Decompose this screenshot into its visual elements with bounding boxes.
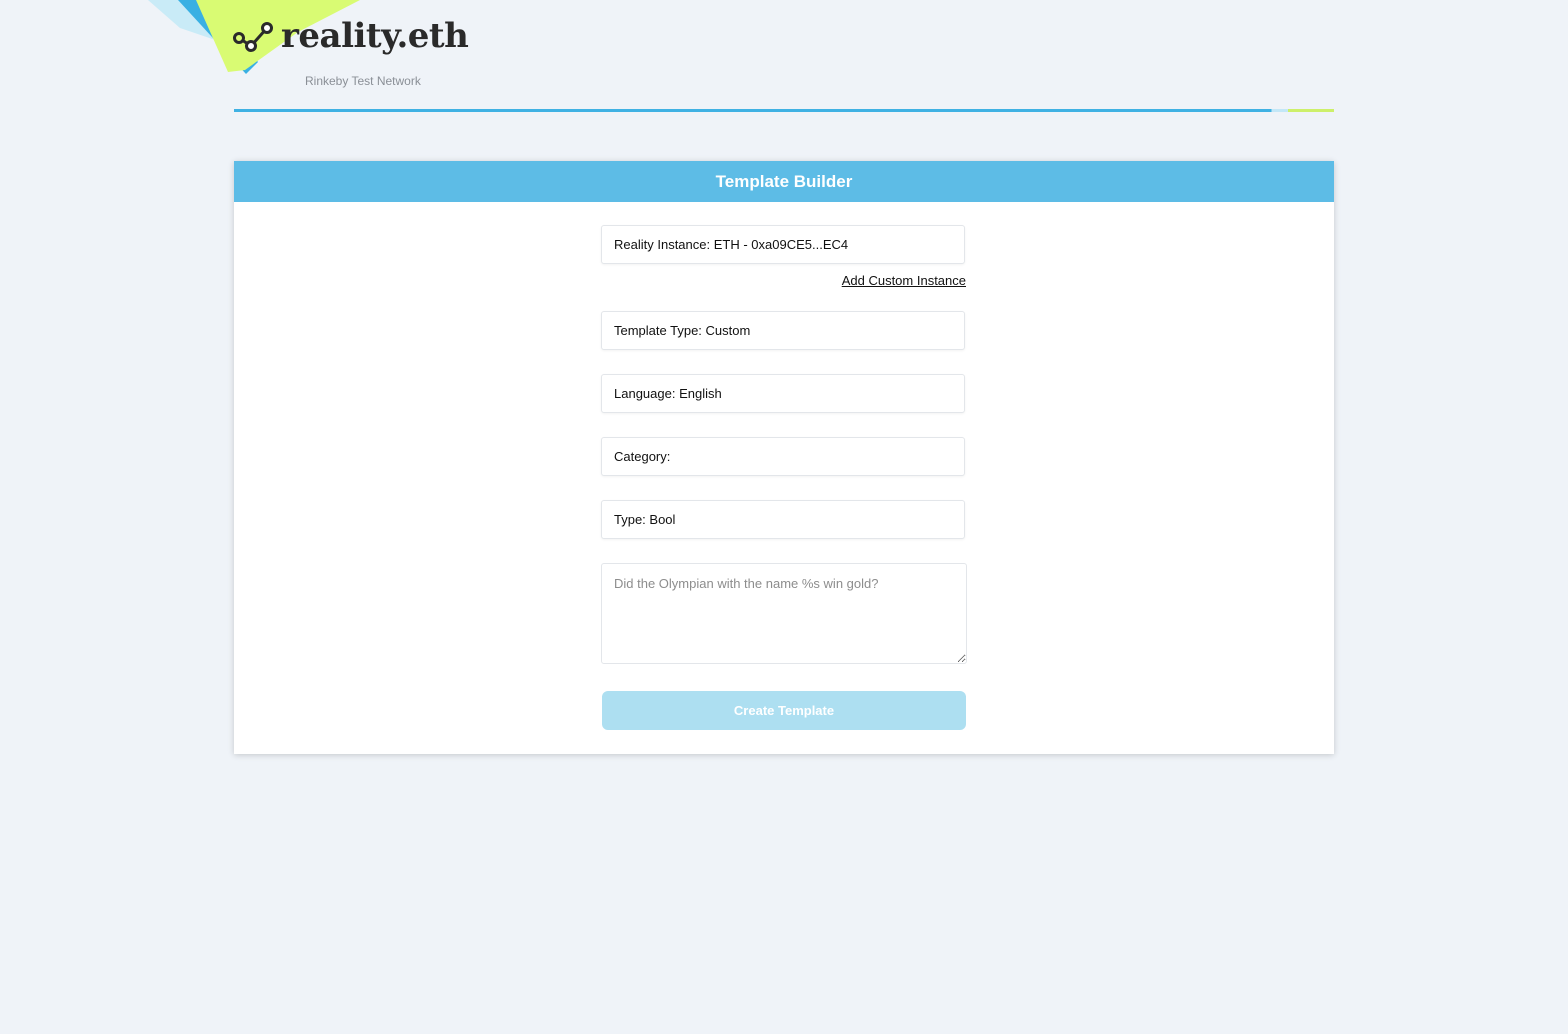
template-builder-panel: Template Builder Reality Instance: ETH -… — [234, 161, 1334, 754]
brand-logo[interactable]: reality.eth — [233, 16, 469, 56]
type-select[interactable]: Type: Bool — [601, 500, 965, 539]
reality-instance-select[interactable]: Reality Instance: ETH - 0xa09CE5...EC4 — [601, 225, 965, 264]
brand-name: reality.eth — [281, 16, 469, 56]
link-nodes-icon — [233, 22, 273, 52]
create-template-button[interactable]: Create Template — [602, 691, 966, 730]
network-label: Rinkeby Test Network — [305, 74, 421, 88]
add-custom-instance-link[interactable]: Add Custom Instance — [842, 273, 966, 288]
header-divider — [234, 109, 1334, 112]
category-select[interactable]: Category: — [601, 437, 965, 476]
language-select[interactable]: Language: English — [601, 374, 965, 413]
template-type-select[interactable]: Template Type: Custom — [601, 311, 965, 350]
question-textarea[interactable] — [601, 563, 967, 664]
panel-title: Template Builder — [234, 161, 1334, 202]
